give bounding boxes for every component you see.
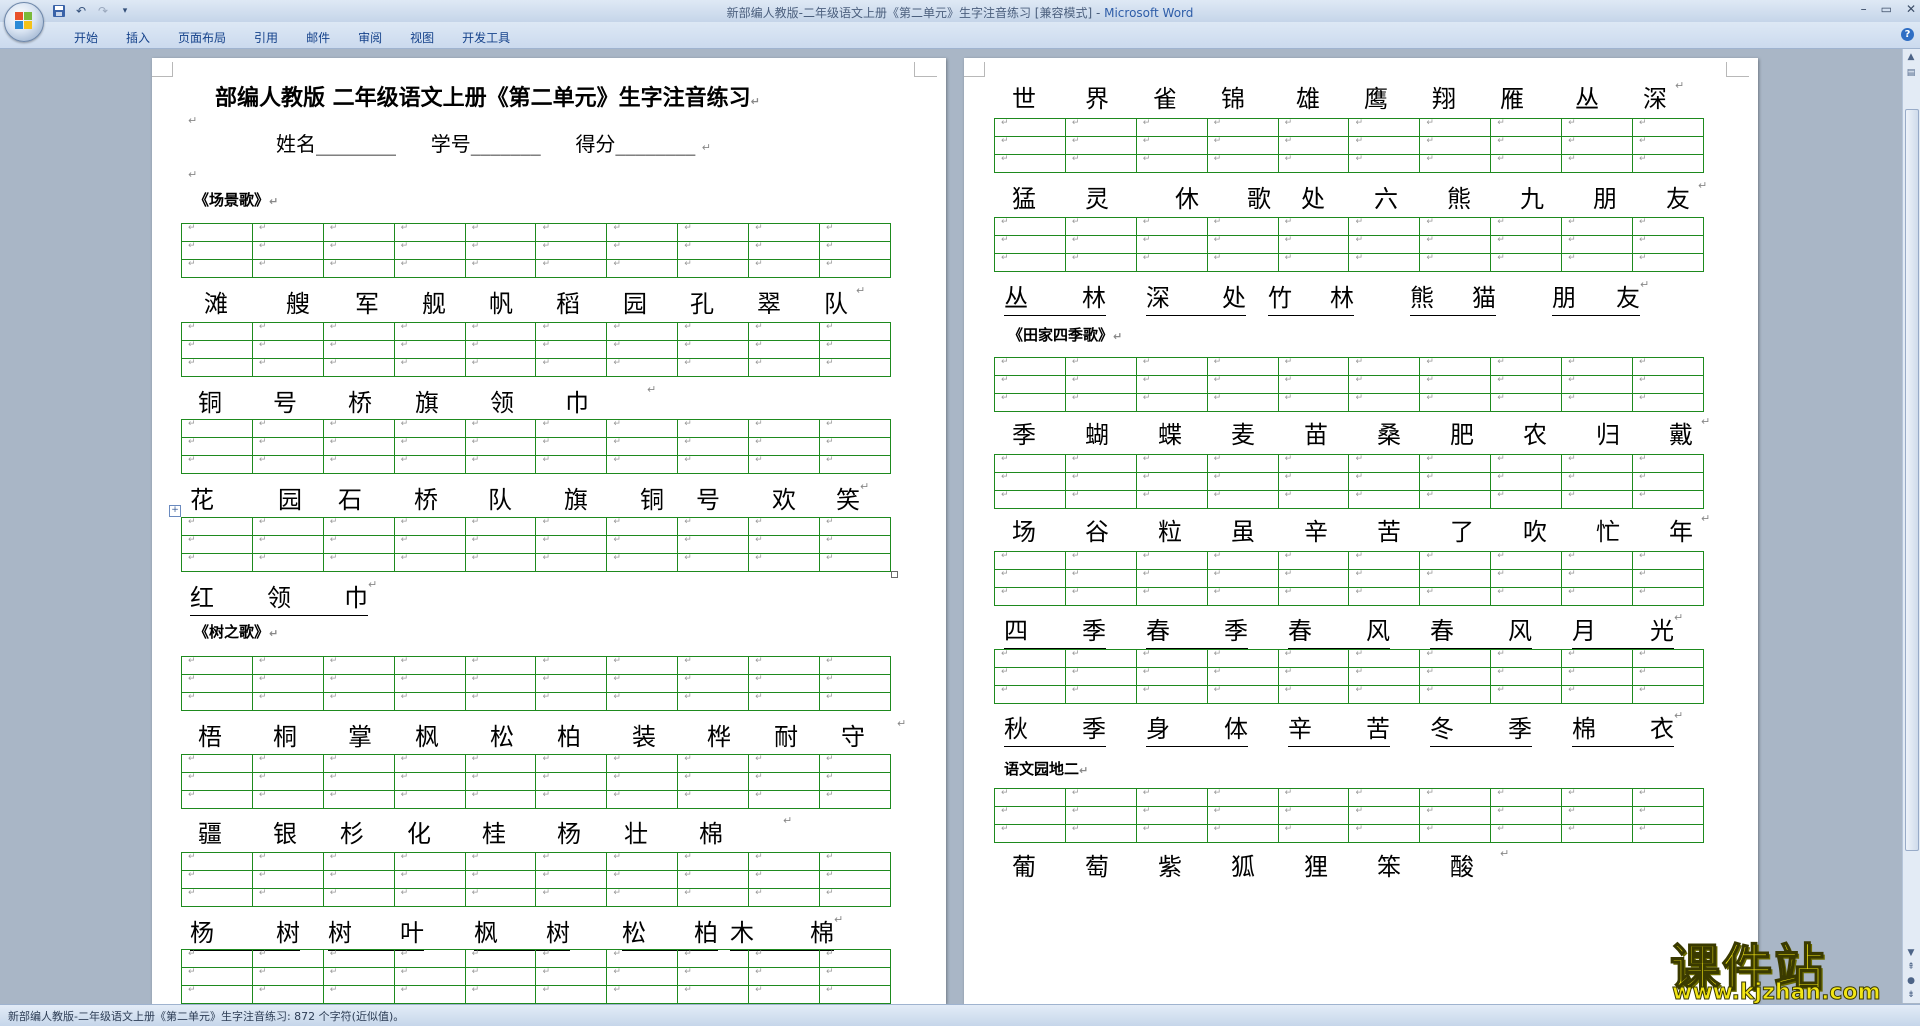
- next-page-icon[interactable]: ⇟: [1905, 989, 1917, 1001]
- previous-page-icon[interactable]: ⇞: [1905, 961, 1917, 973]
- ruler-toggle-icon[interactable]: ▤: [1905, 67, 1917, 79]
- word-row: 花园 石桥 队旗 铜号 欢笑 ↵: [190, 480, 869, 518]
- word-row: 四季 春季 春风 春风 月光 ↵: [1004, 611, 1683, 649]
- scroll-down-icon[interactable]: ▼: [1905, 947, 1917, 959]
- score-field-label: 得分________: [575, 132, 696, 156]
- window-controls: – ▭ ✕: [1861, 2, 1916, 16]
- student-info-line: 姓名________ 学号_______ 得分________ ↵: [276, 132, 712, 156]
- pinyin-grid[interactable]: [994, 551, 1704, 606]
- office-logo-icon: [15, 12, 33, 30]
- window-title: 新部编人教版-二年级语文上册《第二单元》生字注音练习 [兼容模式] - Micr…: [726, 6, 1194, 20]
- margin-corner-mark: [914, 62, 937, 77]
- margin-corner-mark: [964, 62, 985, 77]
- help-icon[interactable]: ?: [1901, 28, 1914, 41]
- vertical-scrollbar[interactable]: ▲ ▤ ▼ ⇞ ● ⇟: [1902, 49, 1920, 1003]
- site-watermark: 课件站 www.kjzhan.com: [1669, 928, 1902, 1006]
- pinyin-grid[interactable]: [181, 419, 891, 474]
- document-title: 新部编人教版-二年级语文上册《第二单元》生字注音练习 [兼容模式]: [726, 6, 1093, 20]
- status-bar: 新部编人教版-二年级语文上册《第二单元》生字注音练习: 872 个字符(近似值)…: [0, 1004, 1920, 1026]
- pinyin-grid[interactable]: [994, 454, 1704, 509]
- pinyin-grid[interactable]: [994, 649, 1704, 704]
- pinyin-grid[interactable]: [181, 754, 891, 809]
- word-row: 杨树 树叶 枫树 松柏 木棉 ↵: [190, 913, 843, 951]
- scroll-up-icon[interactable]: ▲: [1905, 51, 1917, 63]
- pinyin-grid[interactable]: [181, 322, 891, 377]
- tab-references[interactable]: 引用: [240, 29, 292, 46]
- document-page-left[interactable]: 部编人教版 二年级语文上册《第二单元》生字注音练习↵ ↵ 姓名________ …: [152, 58, 946, 1004]
- ribbon-tabs: 开始 插入 页面布局 引用 邮件 审阅 视图 开发工具 ?: [0, 22, 1920, 49]
- table-resize-handle[interactable]: [891, 571, 898, 578]
- watermark-url: www.kjzhan.com: [1672, 980, 1882, 1006]
- tab-view[interactable]: 视图: [396, 29, 448, 46]
- document-page-right[interactable]: 世 界 雀 锦 雄 鹰 翔 雁 丛 深 ↵ 猛 灵 休 歌 处 六 熊 九 朋 …: [964, 58, 1758, 1004]
- pinyin-grid[interactable]: [994, 357, 1704, 412]
- select-browse-object-icon[interactable]: ●: [1905, 975, 1917, 987]
- section-heading-farm-seasons-song: 《田家四季歌》↵: [1008, 326, 1123, 344]
- section-heading-language-garden: 语文园地二↵: [1004, 760, 1089, 778]
- pinyin-grid[interactable]: [181, 223, 891, 278]
- scroll-thumb[interactable]: [1905, 109, 1919, 851]
- word-count-status[interactable]: 新部编人教版-二年级语文上册《第二单元》生字注音练习: 872 个字符(近似值)…: [8, 1008, 404, 1024]
- minimize-icon[interactable]: –: [1861, 2, 1867, 16]
- margin-corner-mark: [152, 62, 173, 77]
- tab-review[interactable]: 审阅: [344, 29, 396, 46]
- section-heading-scene-song: 《场景歌》↵: [194, 191, 279, 209]
- tab-home[interactable]: 开始: [60, 29, 112, 46]
- pinyin-grid[interactable]: [181, 949, 891, 1004]
- pinyin-grid[interactable]: [994, 118, 1704, 173]
- close-icon[interactable]: ✕: [1906, 2, 1916, 16]
- paragraph-mark: ↵: [188, 168, 198, 181]
- tab-list: 开始 插入 页面布局 引用 邮件 审阅 视图 开发工具: [60, 29, 524, 46]
- pinyin-grid[interactable]: [994, 217, 1704, 272]
- table-move-handle-icon[interactable]: +: [169, 505, 181, 517]
- office-button[interactable]: [4, 2, 44, 42]
- character-row: 世 界 雀 锦 雄 鹰 翔 雁 丛 深 ↵: [1012, 79, 1685, 113]
- character-row: 季 蝴 蝶 麦 苗 桑 肥 农 归 戴 ↵: [1012, 415, 1711, 449]
- word-row: 丛林 深处 竹林 熊猫 朋友 ↵: [1004, 278, 1649, 316]
- tab-page-layout[interactable]: 页面布局: [164, 29, 240, 46]
- character-row: 场 谷 粒 虽 辛 苦 了 吹 忙 年 ↵: [1012, 512, 1711, 546]
- paragraph-mark: ↵: [188, 114, 198, 127]
- name-field-label: 姓名________: [276, 132, 396, 156]
- id-field-label: 学号_______: [430, 132, 541, 156]
- title-bar: ↶ ↷ ▾ 新部编人教版-二年级语文上册《第二单元》生字注音练习 [兼容模式] …: [0, 0, 1920, 22]
- pinyin-grid[interactable]: [181, 852, 891, 907]
- pinyin-grid[interactable]: [994, 788, 1704, 843]
- section-heading-tree-song: 《树之歌》↵: [194, 623, 279, 641]
- tab-developer[interactable]: 开发工具: [448, 29, 524, 46]
- margin-corner-mark: [1726, 62, 1749, 77]
- document-heading: 部编人教版 二年级语文上册《第二单元》生字注音练习↵: [215, 86, 760, 111]
- app-name: Microsoft Word: [1104, 6, 1194, 20]
- pinyin-grid[interactable]: [181, 517, 891, 572]
- character-row: 梧 桐 掌 枫 松 柏 装 桦 耐 守 ↵: [198, 717, 907, 751]
- character-row: 滩 艘 军 舰 帆 稻 园 孔 翠 队 ↵: [204, 284, 866, 318]
- pinyin-grid[interactable]: [181, 656, 891, 711]
- character-row: 铜 号 桥 旗 领 巾 ↵: [198, 383, 657, 417]
- maximize-icon[interactable]: ▭: [1881, 2, 1892, 16]
- word-row: 红领巾 ↵: [190, 578, 377, 616]
- tab-mailings[interactable]: 邮件: [292, 29, 344, 46]
- tab-insert[interactable]: 插入: [112, 29, 164, 46]
- character-row: 葡 萄 紫 狐 狸 笨 酸 ↵: [1012, 847, 1510, 881]
- word-row: 秋季 身体 辛苦 冬季 棉衣 ↵: [1004, 709, 1683, 747]
- character-row: 猛 灵 休 歌 处 六 熊 九 朋 友 ↵: [1012, 179, 1708, 213]
- character-row: 疆 银 杉 化 桂 杨 壮 棉 ↵: [198, 814, 793, 848]
